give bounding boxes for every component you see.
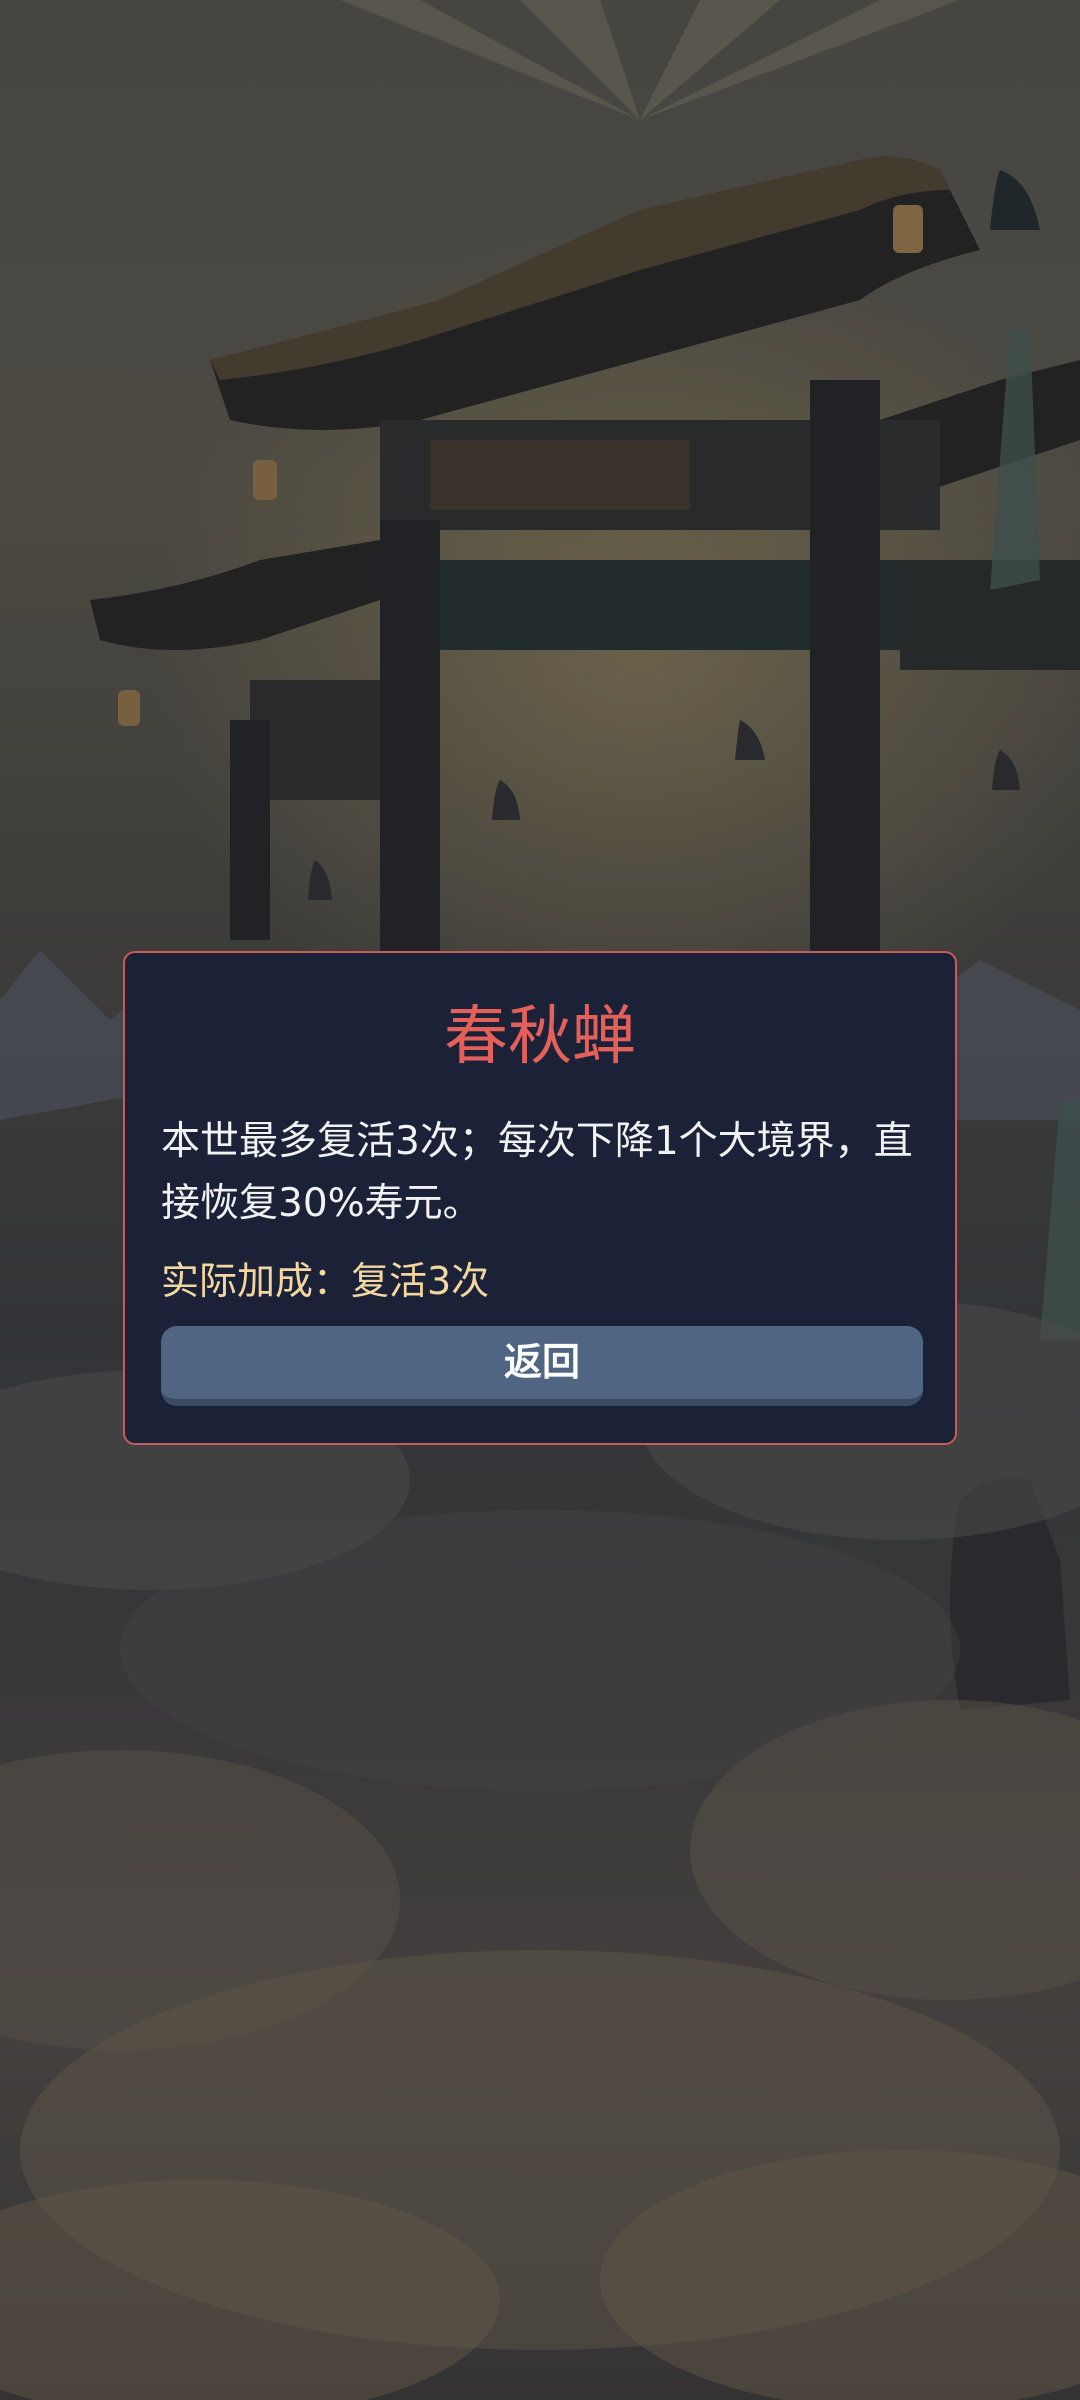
screen: 春秋蝉 本世最多复活3次；每次下降1个大境界，直接恢复30%寿元。 实际加成：复… — [0, 0, 1080, 2400]
back-button[interactable]: 返回 — [161, 1326, 923, 1406]
dialog-description: 本世最多复活3次；每次下降1个大境界，直接恢复30%寿元。 — [161, 1119, 913, 1226]
dialog-bonus: 实际加成：复活3次 — [161, 1259, 490, 1303]
dialog-title: 春秋蝉 — [444, 1000, 636, 1074]
info-dialog: 春秋蝉 本世最多复活3次；每次下降1个大境界，直接恢复30%寿元。 实际加成：复… — [123, 951, 957, 1445]
